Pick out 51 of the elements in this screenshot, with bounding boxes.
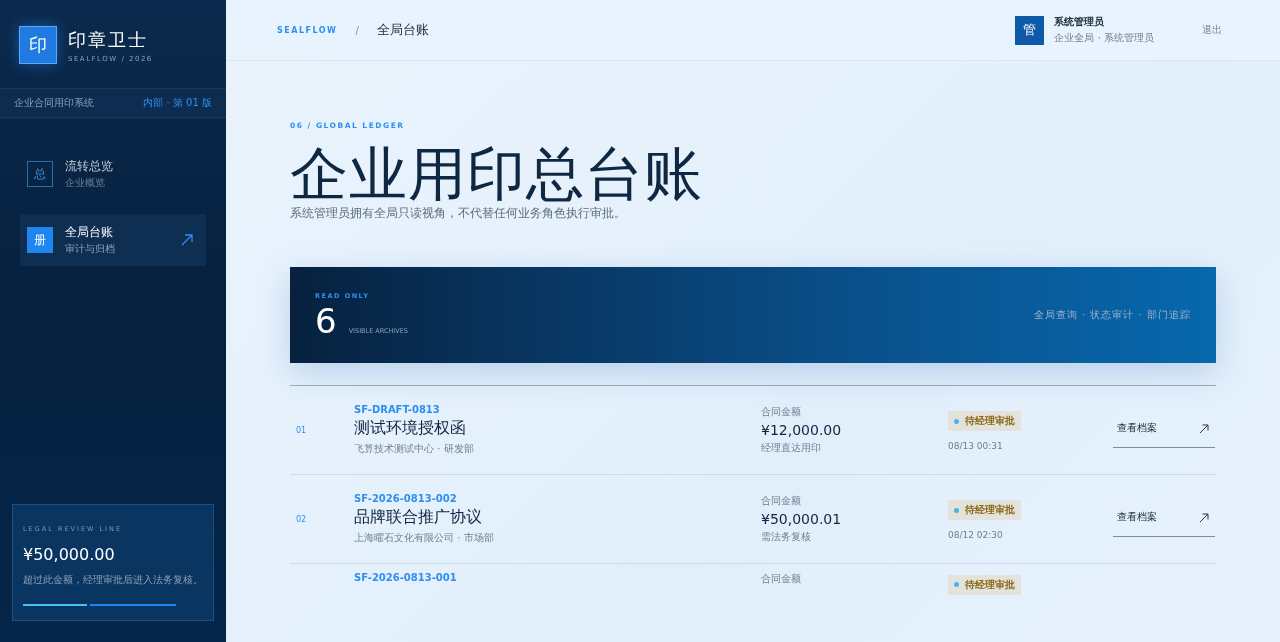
arrow-icon xyxy=(1199,423,1209,434)
contract-amount: ¥50,000.01 xyxy=(761,511,843,527)
logo-mark: 印 xyxy=(19,26,57,64)
status-badge: 待经理审批 xyxy=(948,574,1021,595)
breadcrumb-separator: / xyxy=(355,24,359,36)
user-role: 企业全局 · 系统管理员 xyxy=(1054,31,1154,45)
arrow-icon xyxy=(181,234,193,246)
view-archive-button[interactable]: 查看档案 xyxy=(1113,412,1215,448)
contract-code: SF-DRAFT-0813 xyxy=(354,404,441,415)
amount-label: 合同金额 xyxy=(761,405,802,419)
contract-code: SF-2026-0813-002 xyxy=(354,493,458,504)
nav-label: 流转总览 xyxy=(65,158,114,174)
contract-org: 上海曜石文化有限公司 · 市场部 xyxy=(354,531,495,545)
review-amount: ¥50,000.00 xyxy=(23,544,116,564)
row-index: 01 xyxy=(295,425,308,435)
contract-code: SF-2026-0813-001 xyxy=(354,572,458,583)
nav-label: 全局台账 xyxy=(65,224,114,240)
status-badge: 待经理审批 xyxy=(948,500,1021,521)
contract-title: 测试环境授权函 xyxy=(354,418,467,439)
page-title: 全局台账 xyxy=(376,21,429,39)
view-archive-button[interactable]: 查看档案 xyxy=(1113,501,1215,537)
system-name: 企业合同用印系统 xyxy=(14,96,94,110)
user-avatar: 管 xyxy=(1015,15,1045,45)
row-index: 02 xyxy=(295,514,308,524)
status-badge: 待经理审批 xyxy=(948,411,1021,432)
nav-sublabel: 企业概览 xyxy=(65,175,106,190)
amount-label: 合同金额 xyxy=(761,572,802,586)
row-time: 08/12 02:30 xyxy=(948,530,1004,541)
approval-route: 需法务复核 xyxy=(761,530,812,544)
page-subtitle: 系统管理员拥有全局只读视角，不代替任何业务角色执行审批。 xyxy=(290,206,627,221)
banner-scope: 全局查询 · 状态审计 · 部门追踪 xyxy=(1033,308,1191,322)
nav-mark: 册 xyxy=(27,227,53,253)
edition-label: 内部 · 第 01 版 xyxy=(143,96,212,110)
logout-button[interactable]: 退出 xyxy=(1202,23,1222,37)
contract-amount: ¥12,000.00 xyxy=(761,422,843,438)
brand-name: 印章卫士 xyxy=(68,27,149,52)
nav-item[interactable]: 册 全局台账 审计与归档 xyxy=(20,214,206,266)
archive-count: 6 xyxy=(315,302,337,339)
review-note: 超过此金额，经理审批后进入法务复核。 xyxy=(23,572,203,587)
contract-org: 飞算技术测试中心 · 研发部 xyxy=(354,442,475,456)
nav-mark: 总 xyxy=(27,161,53,187)
nav-sublabel: 审计与归档 xyxy=(65,241,116,256)
user-name: 系统管理员 xyxy=(1054,15,1106,29)
row-time: 08/13 00:31 xyxy=(948,441,1004,452)
approval-route: 经理直达用印 xyxy=(761,441,822,455)
page-heading: 企业用印总台账 xyxy=(290,142,704,206)
nav-item[interactable]: 总 流转总览 企业概览 xyxy=(20,148,206,200)
amount-label: 合同金额 xyxy=(761,494,802,508)
arrow-icon xyxy=(1199,512,1209,523)
contract-title: 品牌联合推广协议 xyxy=(354,507,483,528)
header-brand: SEALFLOW xyxy=(277,25,338,35)
